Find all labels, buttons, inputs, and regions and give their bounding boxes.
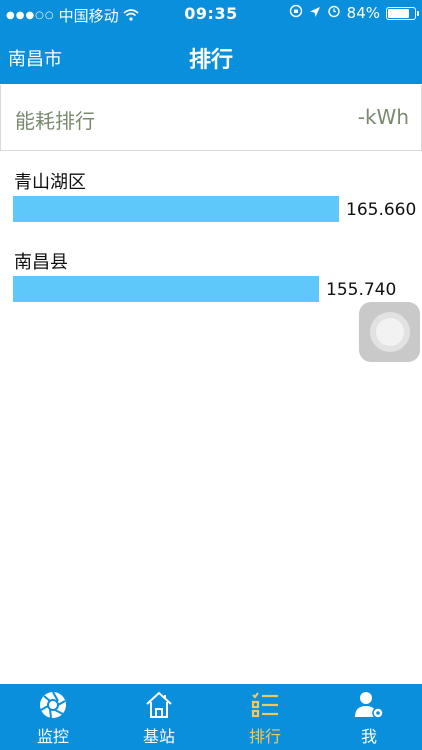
battery-percent: 84% <box>346 4 380 22</box>
user-settings-icon <box>353 690 385 720</box>
assistive-touch-button[interactable] <box>359 302 420 362</box>
metric-unit: -kWh <box>357 105 409 129</box>
tab-label: 基站 <box>142 727 175 746</box>
tab-label: 监控 <box>36 727 69 746</box>
assistive-touch-dot <box>375 318 404 346</box>
tab-monitor[interactable]: 监控 <box>0 684 106 750</box>
assistive-touch-ring <box>369 312 410 352</box>
metric-header: 能耗排行 -kWh <box>0 85 422 151</box>
tab-station[interactable]: 基站 <box>106 684 212 750</box>
nav-bar: 南昌市 排行 <box>0 30 422 84</box>
rotation-lock-icon <box>289 4 303 22</box>
status-right: 84% <box>289 4 419 22</box>
metric-label: 能耗排行 <box>15 109 95 133</box>
ranking-item-bar <box>13 276 319 302</box>
ranking-item-value: 165.660 <box>346 200 417 220</box>
tab-label: 排行 <box>248 727 281 746</box>
location-icon <box>309 4 321 22</box>
tab-label: 我 <box>360 727 377 746</box>
home-icon <box>143 690 175 720</box>
ranking-item-value: 155.740 <box>326 280 397 300</box>
aperture-icon <box>37 690 69 720</box>
tab-me[interactable]: 我 <box>316 684 422 750</box>
tab-ranking[interactable]: 排行 <box>212 684 318 750</box>
ranking-item-name: 南昌县 <box>14 252 68 273</box>
ranking-item-bar <box>13 196 339 222</box>
alarm-icon <box>327 4 341 22</box>
list-icon <box>249 690 281 720</box>
battery-icon <box>386 6 419 20</box>
status-bar: ●●●○○ 中国移动 09:35 84% <box>0 0 422 30</box>
ranking-item-name: 青山湖区 <box>14 172 86 193</box>
tab-bar: 监控 基站 排行 我 <box>0 684 422 750</box>
page-title: 排行 <box>188 48 233 73</box>
